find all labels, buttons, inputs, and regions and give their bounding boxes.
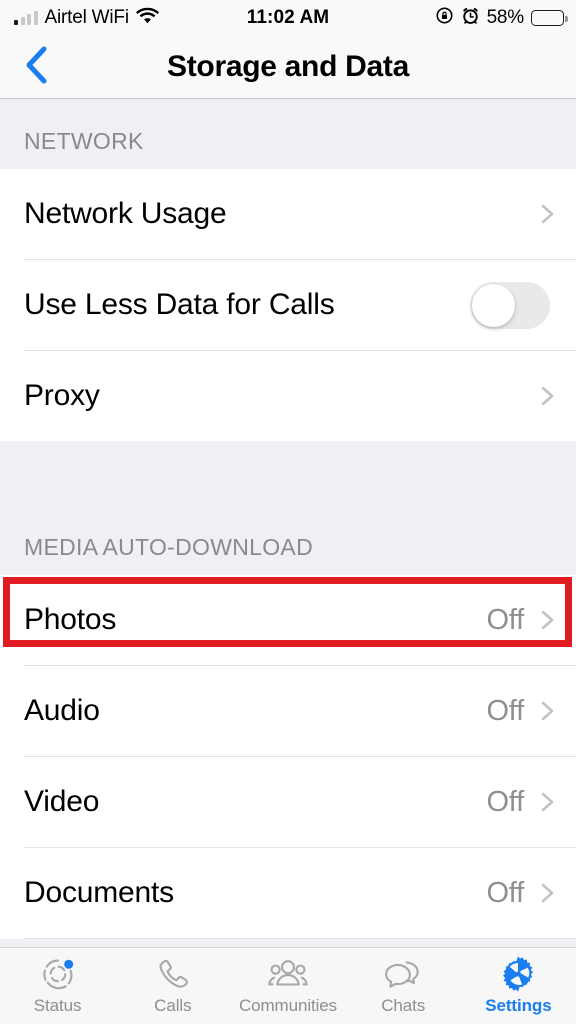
battery-percent-label: 58% xyxy=(486,7,525,28)
status-ring-icon xyxy=(40,956,76,992)
settings-list[interactable]: NETWORK Network Usage Use Less Data for … xyxy=(0,99,576,947)
tab-chats[interactable]: Chats xyxy=(346,948,461,1024)
communities-group-icon xyxy=(268,956,308,992)
section-media-group: Photos Off Audio Off Video Off Documents… xyxy=(0,575,576,939)
chevron-right-icon xyxy=(536,882,558,904)
row-audio[interactable]: Audio Off xyxy=(0,666,576,756)
row-label: Audio xyxy=(24,694,100,727)
row-label: Proxy xyxy=(24,379,100,412)
status-bar-right: 58% xyxy=(435,6,568,30)
row-network-usage[interactable]: Network Usage xyxy=(0,169,576,259)
row-value: Off xyxy=(486,785,524,818)
row-label: Photos xyxy=(24,603,117,636)
page-title: Storage and Data xyxy=(167,50,409,83)
chevron-right-icon xyxy=(536,700,558,722)
chevron-right-icon xyxy=(536,609,558,631)
row-label: Video xyxy=(24,785,100,818)
use-less-data-toggle[interactable] xyxy=(470,281,550,329)
rotation-lock-icon xyxy=(435,6,454,30)
row-use-less-data-for-calls[interactable]: Use Less Data for Calls xyxy=(0,260,576,350)
row-value: Off xyxy=(486,603,524,636)
tab-label: Chats xyxy=(381,996,426,1015)
row-value: Off xyxy=(486,694,524,727)
phone-icon xyxy=(156,956,190,992)
section-header-network: NETWORK xyxy=(0,99,576,169)
chat-bubbles-icon xyxy=(383,956,423,992)
gear-icon xyxy=(499,956,537,992)
battery-icon xyxy=(531,10,568,26)
tab-communities[interactable]: Communities xyxy=(230,948,345,1024)
status-bar: Airtel WiFi 11:02 AM 58% xyxy=(0,0,576,36)
tab-label: Calls xyxy=(154,996,192,1015)
tab-label: Settings xyxy=(485,996,552,1015)
row-separator xyxy=(24,938,576,939)
section-header-media-auto-download: MEDIA AUTO-DOWNLOAD xyxy=(0,441,576,575)
navigation-bar: Storage and Data xyxy=(0,36,576,99)
chevron-right-icon xyxy=(536,203,558,225)
tab-calls[interactable]: Calls xyxy=(115,948,230,1024)
section-network-group: Network Usage Use Less Data for Calls Pr… xyxy=(0,169,576,441)
row-label: Use Less Data for Calls xyxy=(24,288,335,321)
row-photos[interactable]: Photos Off xyxy=(0,575,576,665)
chevron-right-icon xyxy=(536,791,558,813)
tab-bar: Status Calls Communities Chats Settings xyxy=(0,947,576,1024)
row-video[interactable]: Video Off xyxy=(0,757,576,847)
row-documents[interactable]: Documents Off xyxy=(0,848,576,938)
app-screen: Airtel WiFi 11:02 AM 58% Storage and Dat… xyxy=(0,0,576,1024)
row-label: Documents xyxy=(24,876,174,909)
row-proxy[interactable]: Proxy xyxy=(0,351,576,441)
tab-settings[interactable]: Settings xyxy=(461,948,576,1024)
chevron-right-icon xyxy=(536,385,558,407)
toggle-knob xyxy=(472,283,515,327)
tab-status[interactable]: Status xyxy=(0,948,115,1024)
tab-label: Communities xyxy=(238,996,338,1015)
tab-label: Status xyxy=(33,996,82,1015)
row-label: Network Usage xyxy=(24,197,227,230)
alarm-clock-icon xyxy=(461,6,480,30)
row-value: Off xyxy=(486,876,524,909)
